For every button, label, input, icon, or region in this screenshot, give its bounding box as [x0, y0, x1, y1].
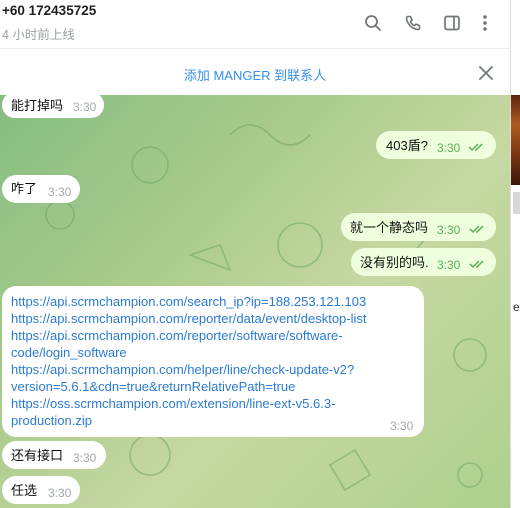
link-line[interactable]: https://api.scrmchampion.com/reporter/so… — [11, 327, 421, 344]
more-vertical-icon[interactable] — [473, 11, 497, 35]
double-check-icon — [469, 225, 484, 234]
message-incoming[interactable]: 能打掉吗 3:30 — [2, 95, 104, 118]
phone-icon[interactable] — [401, 11, 425, 35]
close-icon[interactable] — [476, 63, 496, 83]
message-list[interactable]: 能打掉吗 3:30 403盾? 3:30 咋了 3:30 就一个静态吗 3:30… — [0, 95, 510, 508]
link-line[interactable]: https://oss.scrmchampion.com/extension/l… — [11, 395, 421, 412]
message-text: 没有别的吗. — [360, 255, 429, 270]
add-contact-button[interactable]: 添加 MANGER 到联系人 — [0, 65, 510, 84]
message-incoming[interactable]: 还有接口 3:30 — [2, 441, 106, 469]
message-incoming[interactable]: 咋了 3:30 — [2, 175, 80, 203]
message-link-text[interactable]: https://api.scrmchampion.com/search_ip?i… — [11, 293, 421, 429]
message-text: 403盾? — [386, 138, 428, 153]
message-text: 就一个静态吗 — [350, 220, 429, 235]
message-text: 还有接口 — [11, 448, 64, 463]
background-text: ex — [513, 300, 520, 314]
double-check-icon — [469, 260, 484, 269]
message-time: 3:30 — [437, 223, 461, 237]
message-outgoing[interactable]: 没有别的吗. 3:30 — [351, 248, 496, 276]
message-incoming-links[interactable]: https://api.scrmchampion.com/search_ip?i… — [2, 286, 424, 437]
message-outgoing[interactable]: 就一个静态吗 3:30 — [341, 213, 496, 241]
message-time: 3:30 — [48, 185, 72, 199]
message-time: 3:30 — [437, 258, 461, 272]
chat-window: +60 172435725 4 小时前上线 添加 MANGER 到联系人 能打掉… — [0, 0, 510, 508]
link-line[interactable]: https://api.scrmchampion.com/reporter/da… — [11, 310, 421, 327]
message-text: 能打掉吗 — [11, 98, 64, 113]
link-line[interactable]: https://api.scrmchampion.com/helper/line… — [11, 361, 421, 378]
message-text: 咋了 — [11, 181, 38, 196]
link-line[interactable]: https://api.scrmchampion.com/search_ip?i… — [11, 293, 421, 310]
message-time: 3:30 — [437, 141, 461, 155]
message-outgoing[interactable]: 403盾? 3:30 — [376, 131, 496, 159]
link-line[interactable]: code/login_software — [11, 344, 421, 361]
link-line[interactable]: version=5.6.1&cdn=true&returnRelativePat… — [11, 378, 421, 395]
message-text: 任选 — [11, 483, 38, 498]
chat-header: +60 172435725 4 小时前上线 — [0, 0, 510, 48]
last-seen-status: 4 小时前上线 — [2, 28, 75, 42]
contact-name[interactable]: +60 172435725 — [2, 3, 96, 18]
message-time: 3:30 — [73, 451, 97, 465]
sidebar-toggle-icon[interactable] — [440, 11, 464, 35]
add-contact-bar: 添加 MANGER 到联系人 — [0, 48, 510, 97]
message-time: 3:30 — [48, 486, 72, 500]
background-panel — [513, 192, 520, 214]
message-time: 3:30 — [73, 100, 97, 114]
link-line[interactable]: production.zip — [11, 412, 421, 429]
background-window-edge: ex — [510, 0, 520, 508]
search-icon[interactable] — [361, 11, 385, 35]
message-time: 3:30 — [390, 419, 414, 433]
double-check-icon — [468, 143, 483, 152]
background-photo — [511, 95, 520, 185]
message-incoming[interactable]: 任选 3:30 — [2, 476, 80, 504]
